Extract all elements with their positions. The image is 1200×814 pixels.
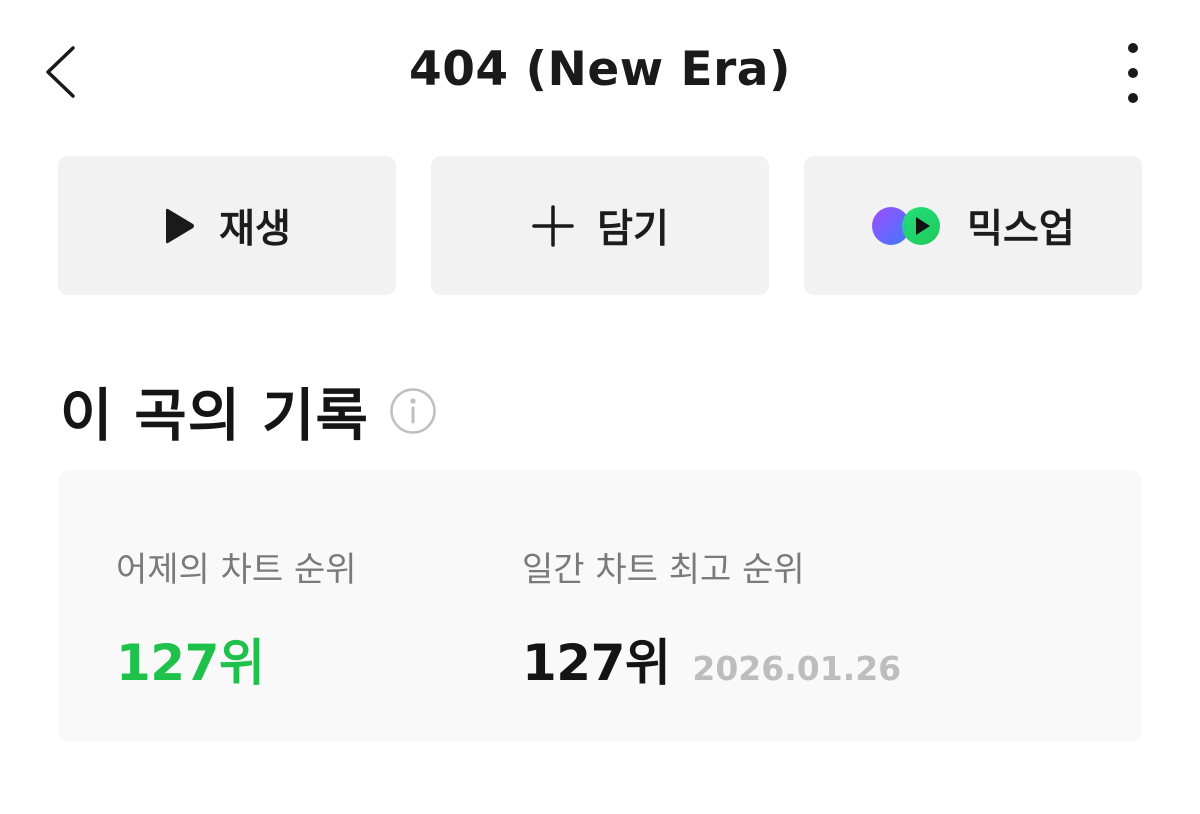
song-title: 404 (New Era)	[409, 42, 791, 97]
action-bar: 재생 담기 믹스업	[58, 156, 1142, 296]
mixup-label: 믹스업	[967, 206, 1075, 252]
mixup-icon	[872, 206, 941, 245]
song-detail-page: 404 (New Era) 재생 담기 믹스업 이 곡의 기록 어제의 차트 순…	[0, 0, 1200, 814]
mixup-button[interactable]: 믹스업	[804, 156, 1142, 295]
peak-rank-label: 일간 차트 최고 순위	[522, 550, 805, 590]
peak-rank-value: 127위	[522, 634, 671, 692]
vertical-dots-icon	[1128, 43, 1138, 103]
info-icon[interactable]	[389, 387, 437, 435]
play-label: 재생	[219, 206, 291, 252]
play-button[interactable]: 재생	[58, 156, 396, 295]
play-icon	[166, 208, 195, 243]
records-section-header: 이 곡의 기록	[60, 370, 437, 452]
add-to-playlist-button[interactable]: 담기	[431, 156, 769, 295]
records-title: 이 곡의 기록	[60, 383, 369, 449]
peak-rank-date: 2026.01.26	[692, 649, 902, 688]
top-bar: 404 (New Era)	[0, 0, 1200, 150]
yesterday-rank-label: 어제의 차트 순위	[116, 550, 357, 590]
yesterday-rank-stat: 어제의 차트 순위 127위	[116, 542, 357, 695]
yesterday-rank-value: 127위	[116, 634, 265, 692]
plus-icon	[532, 204, 574, 247]
add-label: 담기	[597, 206, 669, 252]
more-options-button[interactable]	[1112, 40, 1156, 106]
records-card: 어제의 차트 순위 127위 일간 차트 최고 순위 127위 2026.01.…	[58, 470, 1142, 742]
peak-rank-stat: 일간 차트 최고 순위 127위 2026.01.26	[522, 542, 901, 695]
